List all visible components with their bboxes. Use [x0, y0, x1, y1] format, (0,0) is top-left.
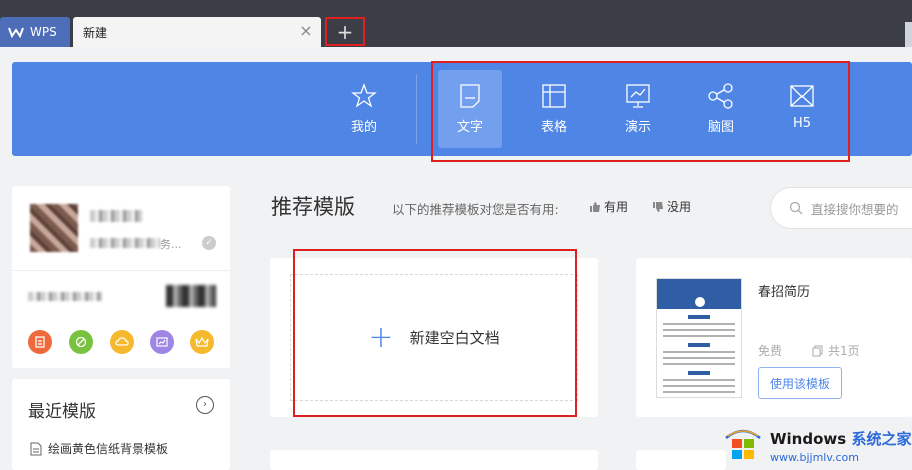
file-icon [30, 442, 42, 455]
recommend-title: 推荐模版 [271, 195, 355, 219]
right-edge-tab[interactable] [905, 22, 912, 47]
tab-new[interactable]: 新建 × [73, 17, 321, 47]
check-icon: ✓ [202, 236, 216, 250]
recent-template-item[interactable]: 绘画黄色信纸背景模板 [30, 440, 168, 457]
plus-icon: + [336, 19, 354, 44]
template-name[interactable]: 春招简历 [758, 281, 810, 300]
avatar[interactable] [30, 204, 78, 252]
useless-label: 没用 [667, 200, 692, 214]
member-badge-blurred [166, 285, 216, 307]
template-card-partial[interactable] [270, 450, 598, 470]
useful-label: 有用 [604, 200, 629, 214]
wps-home-tab[interactable]: WPS [0, 17, 70, 47]
highlight-box-blank-doc [293, 249, 577, 417]
template-price-label: 免费 [758, 344, 783, 358]
watermark-brand: Windows [770, 430, 847, 448]
quick-crown-icon[interactable] [190, 330, 214, 354]
category-mine[interactable]: 我的 [332, 70, 396, 148]
search-input[interactable]: 直接搜你想要的 [770, 187, 912, 229]
search-placeholder: 直接搜你想要的 [811, 201, 899, 217]
windows-logo-icon [725, 429, 761, 459]
thumbs-up-icon [590, 201, 600, 212]
wps-tab-label: WPS [30, 25, 57, 39]
close-icon[interactable]: × [299, 23, 313, 39]
useful-button[interactable]: 有用 [589, 198, 628, 215]
account-info-blurred [28, 292, 102, 301]
add-tab-button[interactable]: + [325, 17, 365, 46]
useless-button[interactable]: 没用 [652, 198, 691, 215]
watermark: Windows 系统之家 www.bjjmlv.com [722, 420, 912, 470]
template-price: 免费 [758, 342, 782, 359]
star-icon [351, 83, 377, 108]
thumbs-down-icon [653, 201, 663, 212]
wps-logo-icon [8, 27, 24, 38]
quick-doc-icon[interactable] [28, 330, 52, 354]
arrow-right-icon[interactable]: › [196, 396, 214, 414]
watermark-title: Windows 系统之家 [770, 428, 911, 449]
template-card[interactable]: 春招简历 免费 共1页 使用该模板 [636, 258, 912, 417]
recent-template-label: 绘画黄色信纸背景模板 [48, 442, 169, 456]
template-thumbnail[interactable] [656, 278, 742, 398]
tab-new-label: 新建 [83, 25, 108, 40]
use-template-label: 使用该模板 [769, 376, 830, 391]
search-icon [789, 201, 803, 215]
quick-cloud-icon[interactable] [110, 330, 134, 354]
category-divider [416, 74, 417, 144]
category-label: 我的 [350, 120, 377, 135]
quick-block-icon[interactable] [69, 330, 93, 354]
use-template-button[interactable]: 使用该模板 [758, 367, 842, 399]
highlight-box-categories [431, 61, 850, 162]
user-info-blurred [90, 238, 160, 248]
user-name-blurred [90, 210, 142, 222]
recent-templates-card: 最近模版 › 绘画黄色信纸背景模板 [12, 379, 230, 470]
watermark-brand-cn: 系统之家 [851, 430, 912, 448]
user-card: 务... ✓ [12, 186, 230, 368]
pages-icon [812, 345, 823, 356]
template-pages: 共1页 [812, 342, 860, 359]
user-status-text: 务... [160, 238, 182, 251]
tab-bar: WPS 新建 × + [0, 0, 912, 47]
watermark-url: www.bjjmlv.com [770, 451, 859, 464]
divider [12, 270, 230, 271]
recommend-question: 以下的推荐模板对您是否有用: [392, 202, 559, 217]
recent-templates-title: 最近模版 [28, 402, 96, 422]
quick-chart-icon[interactable] [150, 330, 174, 354]
template-card-partial[interactable] [636, 450, 726, 470]
template-pages-label: 共1页 [828, 344, 860, 358]
